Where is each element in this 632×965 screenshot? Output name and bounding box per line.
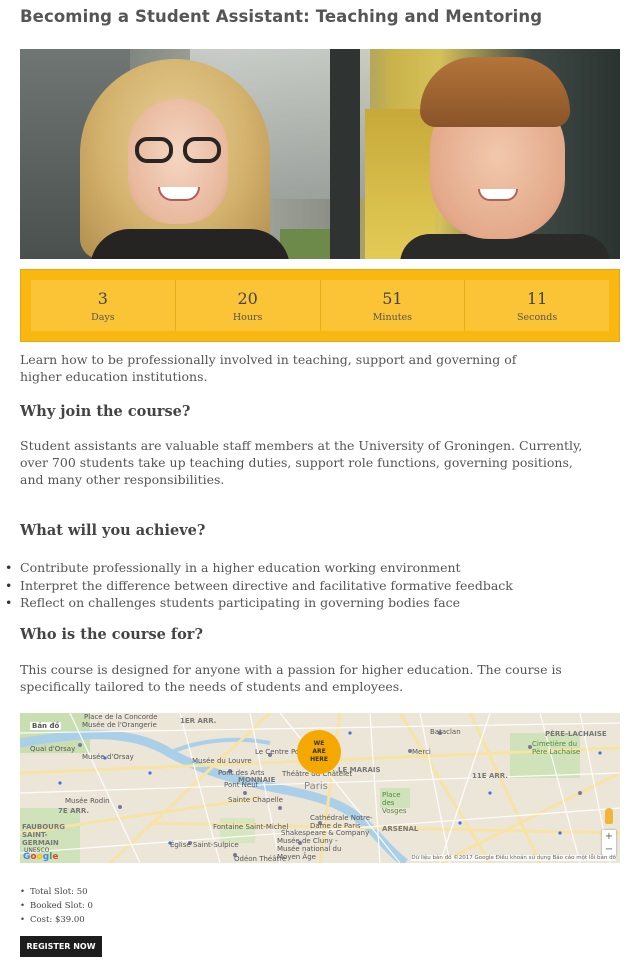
countdown-minutes: 51 Minutes	[321, 280, 466, 331]
map-place-label: Bataclan	[430, 728, 461, 736]
countdown-seconds: 11 Seconds	[465, 280, 609, 331]
map-place-label: Place des Vosges	[382, 791, 407, 815]
map-place-label: Musée de Cluny - Musée national du Moyen…	[277, 837, 342, 861]
achieve-list: Contribute professionally in a higher ed…	[5, 559, 513, 612]
map-place-label: Fontaine Saint-Michel	[213, 823, 289, 831]
map-type-label[interactable]: Bản đồ	[30, 722, 62, 730]
section-text-why: Student assistants are valuable staff me…	[20, 438, 583, 487]
map-city-label: Paris	[304, 781, 328, 792]
countdown-hours: 20 Hours	[176, 280, 321, 331]
countdown-value: 3	[97, 288, 108, 308]
course-intro: Learn how to be professionally involved …	[20, 352, 517, 384]
map-location-pin[interactable]: WE ARE HERE	[297, 730, 341, 774]
countdown-label: Seconds	[517, 311, 558, 323]
pin-text: WE	[313, 740, 325, 747]
meta-value: 0	[87, 901, 93, 911]
map-place-label: Musée du Louvre	[192, 757, 252, 765]
map-district-label: 11E ARR.	[472, 772, 508, 780]
street-view-icon[interactable]	[605, 808, 613, 824]
page-title: Becoming a Student Assistant: Teaching a…	[20, 7, 543, 26]
map-place-label: Odéon Théâtre	[234, 855, 287, 863]
map-district-label: LE MARAIS	[338, 766, 381, 774]
map-district-label: 1ER ARR.	[180, 717, 217, 725]
section-text-who: This course is designed for anyone with …	[20, 662, 562, 694]
meta-total-slot: Total Slot: 50	[20, 885, 93, 899]
countdown-value: 51	[382, 288, 403, 308]
meta-label: Total Slot:	[30, 887, 74, 897]
course-meta-list: Total Slot: 50 Booked Slot: 0 Cost: $39.…	[20, 885, 93, 927]
pin-text: HERE	[310, 756, 328, 763]
map-place-label: Shakespeare & Company	[281, 829, 370, 837]
person-man	[400, 49, 610, 259]
map-district-label: FAUBOURG SAINT-GERMAIN	[22, 823, 65, 847]
map-place-label: Place de la Concorde	[84, 713, 158, 721]
map-district-label: MONNAIE	[238, 776, 276, 784]
map-place-label: Musée Rodin	[65, 797, 110, 805]
map-place-label: Merci	[412, 748, 431, 756]
countdown-value: 20	[237, 288, 258, 308]
countdown-label: Minutes	[372, 311, 413, 323]
map-zoom-control: + −	[602, 830, 616, 856]
google-logo: Google	[23, 852, 59, 862]
map-district-label: 7E ARR.	[58, 807, 90, 815]
meta-label: Cost:	[30, 915, 53, 925]
meta-booked-slot: Booked Slot: 0	[20, 899, 93, 913]
map-attribution[interactable]: Dữ liệu bản đồ ©2017 Google Điều khoản s…	[411, 855, 616, 861]
countdown-value: 11	[526, 288, 548, 308]
map-district-label: ARSENAL	[382, 825, 419, 833]
list-item: Contribute professionally in a higher ed…	[5, 559, 513, 577]
meta-cost: Cost: $39.00	[20, 913, 93, 927]
countdown-label: Hours	[232, 311, 263, 323]
list-item: Interpret the difference between directi…	[5, 577, 513, 595]
section-heading-achieve: What will you achieve?	[20, 522, 206, 539]
section-heading-why: Why join the course?	[20, 403, 191, 420]
section-heading-who: Who is the course for?	[20, 626, 203, 643]
map-place-label: Cathédrale Notre-Dame de Paris	[310, 814, 373, 830]
location-map[interactable]: Bản đồ Place de la Concorde Musée de l'O…	[20, 713, 620, 863]
map-place-label: Musée d'Orsay	[82, 753, 134, 761]
list-item: Reflect on challenges students participa…	[5, 594, 513, 612]
map-place-label: Église Saint-Sulpice	[170, 841, 239, 849]
meta-value: 50	[76, 887, 88, 897]
person-woman	[80, 59, 290, 259]
countdown-label: Days	[91, 311, 115, 323]
meta-value: $39.00	[54, 915, 85, 925]
zoom-in-button[interactable]: +	[602, 830, 616, 843]
map-district-label: PÈRE-LACHAISE	[545, 730, 607, 738]
map-place-label: Quai d'Orsay	[30, 745, 76, 753]
countdown-days: 3 Days	[31, 280, 176, 331]
countdown-timer: 3 Days 20 Hours 51 Minutes 11 Seconds	[20, 269, 620, 342]
map-place-label: Cimetière du Père Lachaise	[532, 740, 581, 756]
register-now-button[interactable]: REGISTER NOW	[20, 936, 102, 957]
map-place-label: Musée de l'Orangerie	[82, 721, 157, 729]
course-hero-image	[20, 49, 620, 259]
meta-label: Booked Slot:	[30, 901, 85, 911]
map-place-label: Sainte Chapelle	[228, 796, 283, 804]
pin-text: ARE	[312, 748, 326, 755]
